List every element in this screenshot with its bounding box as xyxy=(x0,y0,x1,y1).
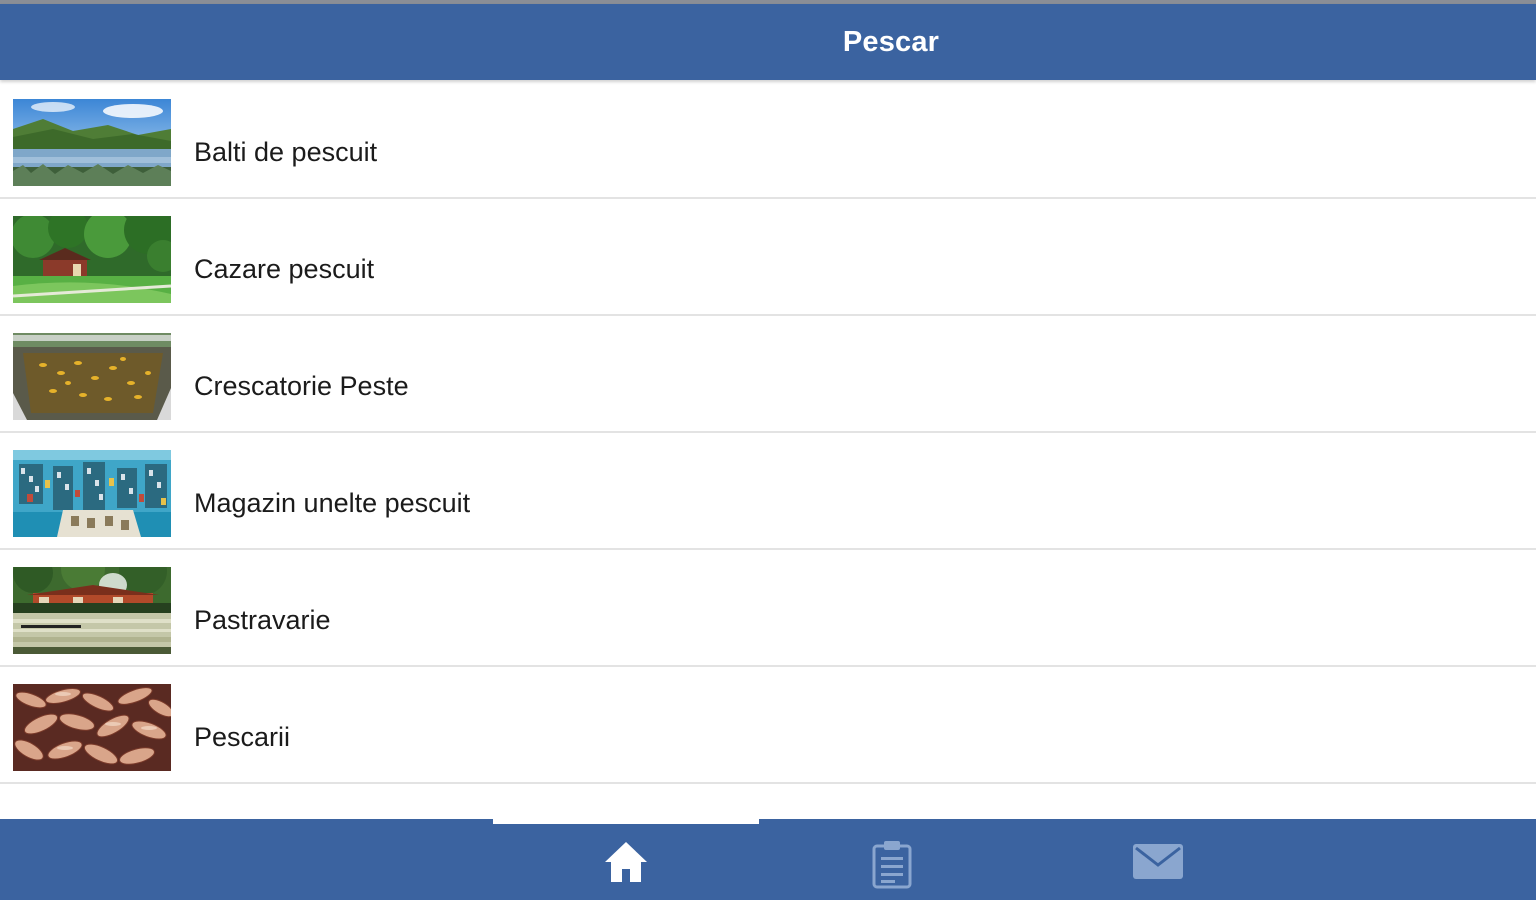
page-title: Pescar xyxy=(842,26,940,58)
tab-home[interactable] xyxy=(493,819,759,900)
list-item-label: Magazin unelte pescuit xyxy=(194,488,471,518)
home-icon xyxy=(603,839,649,888)
list-item-label: Crescatorie Peste xyxy=(194,371,409,401)
app-screen: Pescar Balti de pescuit Cazare pescuit C… xyxy=(0,0,1536,900)
fish-tank-thumbnail xyxy=(13,333,171,420)
list-item[interactable]: Cazare pescuit xyxy=(0,199,1536,316)
bottom-tab-bar xyxy=(0,819,1536,900)
tab-clipboard[interactable] xyxy=(759,819,1025,900)
lake-landscape-thumbnail xyxy=(13,99,171,186)
list-item-label: Cazare pescuit xyxy=(194,254,375,284)
active-tab-indicator xyxy=(493,819,759,824)
list-item-label: Pescarii xyxy=(194,722,291,752)
list-item[interactable]: Crescatorie Peste xyxy=(0,316,1536,433)
trout-farm-thumbnail xyxy=(13,567,171,654)
forest-cabin-thumbnail xyxy=(13,216,171,303)
app-header: Pescar xyxy=(0,4,1536,80)
tab-contact[interactable] xyxy=(1025,819,1291,900)
fish-market-thumbnail xyxy=(13,684,171,771)
list-item[interactable]: Pescarii xyxy=(0,667,1536,784)
list-item[interactable]: Balti de pescuit xyxy=(0,82,1536,199)
list-item[interactable]: Pastravarie xyxy=(0,550,1536,667)
list-item-label: Pastravarie xyxy=(194,605,331,635)
list-item-label: Balti de pescuit xyxy=(194,137,378,167)
category-list: Balti de pescuit Cazare pescuit Crescato… xyxy=(0,82,1536,784)
list-item[interactable]: Magazin unelte pescuit xyxy=(0,433,1536,550)
tackle-shop-thumbnail xyxy=(13,450,171,537)
clipboard-icon xyxy=(871,839,913,894)
envelope-icon xyxy=(1132,839,1184,886)
